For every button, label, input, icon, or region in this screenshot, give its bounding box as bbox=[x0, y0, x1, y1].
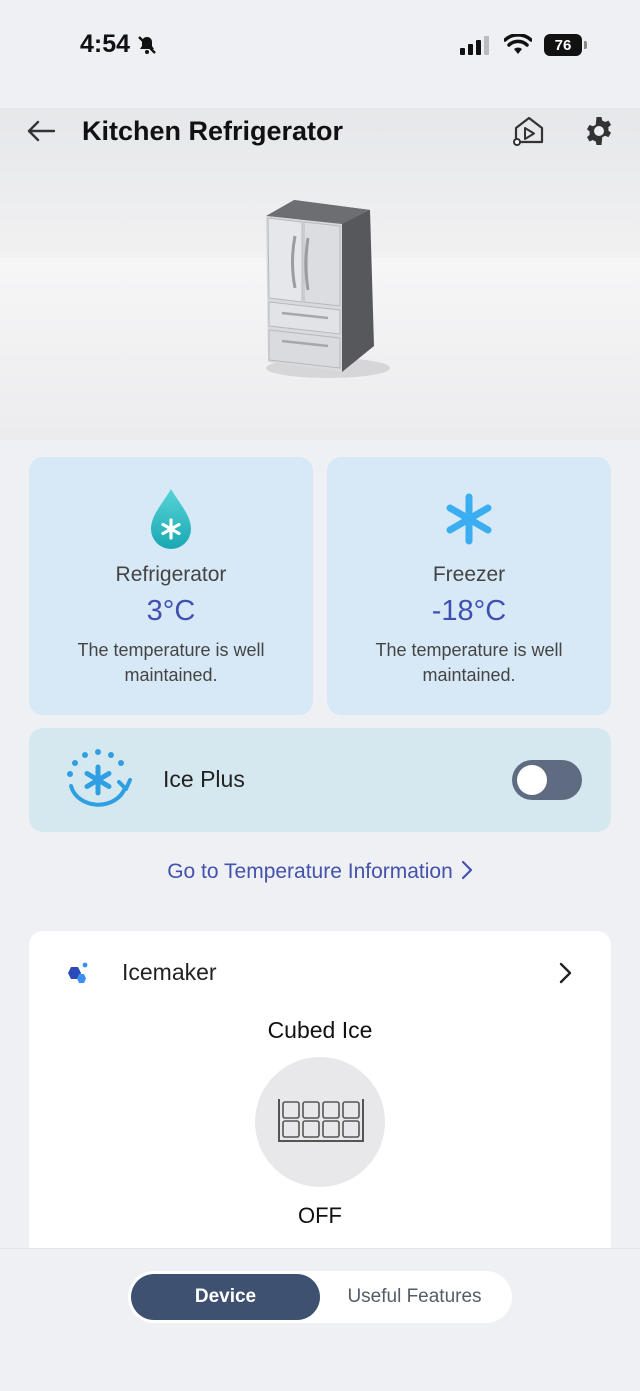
bottom-bar: Device Useful Features bbox=[0, 1248, 640, 1391]
app-header: Kitchen Refrigerator bbox=[0, 108, 640, 158]
back-arrow-icon[interactable] bbox=[24, 118, 58, 144]
tab-switcher: Device Useful Features bbox=[128, 1271, 512, 1323]
temperature-info-link[interactable]: Go to Temperature Information bbox=[0, 860, 640, 884]
icemaker-title: Icemaker bbox=[122, 959, 217, 985]
ice-plus-toggle[interactable] bbox=[512, 760, 582, 800]
bell-muted-icon bbox=[138, 35, 156, 54]
cellular-signal-icon bbox=[460, 36, 489, 55]
toggle-knob bbox=[517, 765, 547, 795]
freezer-card[interactable]: Freezer -18°C The temperature is well ma… bbox=[327, 457, 611, 715]
ice-mode-label: Cubed Ice bbox=[267, 1017, 373, 1043]
clock: 4:54 bbox=[80, 30, 131, 58]
tab-device[interactable]: Device bbox=[131, 1274, 320, 1320]
page-title: Kitchen Refrigerator bbox=[82, 116, 344, 146]
status-time: 4:54 bbox=[80, 30, 158, 59]
refrigerator-card[interactable]: Refrigerator 3°C The temperature is well… bbox=[29, 457, 313, 715]
smart-home-video-icon[interactable] bbox=[512, 114, 546, 148]
freezer-status: The temperature is well maintained. bbox=[375, 640, 563, 685]
refrigerator-temperature: 3°C bbox=[146, 595, 196, 627]
gear-icon[interactable] bbox=[582, 114, 616, 148]
ice-cubes-icon bbox=[68, 962, 88, 983]
tab-useful-features[interactable]: Useful Features bbox=[320, 1274, 509, 1320]
snowflake-icon bbox=[446, 493, 492, 545]
ice-plus-row: Ice Plus bbox=[29, 728, 611, 832]
ice-plus-icon bbox=[67, 749, 132, 807]
refrigerator-illustration bbox=[266, 200, 390, 378]
chevron-right-icon[interactable] bbox=[555, 961, 575, 985]
ice-plus-label: Ice Plus bbox=[163, 766, 245, 792]
battery-indicator: 76 bbox=[544, 34, 587, 56]
freezer-temperature: -18°C bbox=[431, 595, 507, 627]
status-bar: 4:54 76 bbox=[0, 0, 640, 100]
freezer-label: Freezer bbox=[432, 563, 506, 586]
temperature-info-link-label: Go to Temperature Information bbox=[167, 860, 453, 883]
icemaker-card: Icemaker Cubed Ice OFF bbox=[29, 931, 611, 1261]
chevron-right-icon bbox=[461, 860, 472, 880]
refrigerator-status: The temperature is well maintained. bbox=[77, 640, 265, 685]
status-icons: 76 bbox=[460, 34, 587, 56]
ice-tray-icon bbox=[278, 1099, 364, 1142]
wifi-icon bbox=[504, 34, 532, 54]
icemaker-status: OFF bbox=[298, 1203, 342, 1228]
refrigerator-label: Refrigerator bbox=[115, 563, 227, 586]
ice-mode-button[interactable] bbox=[255, 1057, 385, 1187]
water-drop-icon bbox=[151, 489, 191, 549]
battery-level: 76 bbox=[554, 36, 572, 54]
